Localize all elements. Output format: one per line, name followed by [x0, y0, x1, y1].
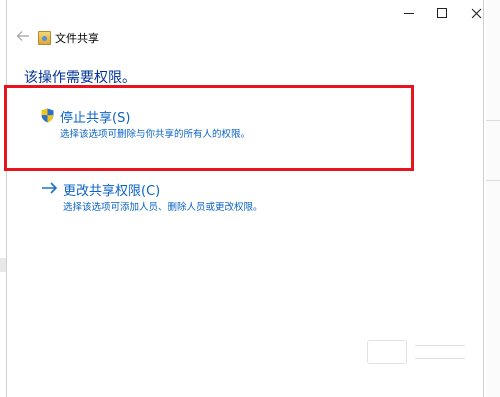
stop-sharing-description: 选择该选项可删除与你共享的所有人的权限。 — [60, 129, 251, 140]
navigation-row: 文件共享 — [7, 26, 483, 50]
close-icon — [471, 8, 481, 18]
arrow-right-icon — [42, 182, 58, 194]
shield-icon — [41, 108, 54, 123]
minimize-button[interactable] — [392, 0, 426, 26]
minimize-icon — [404, 12, 414, 14]
maximize-button[interactable] — [425, 0, 459, 26]
background-divider — [486, 180, 500, 181]
change-permissions-title[interactable]: 更改共享权限(C) — [63, 180, 160, 199]
close-button[interactable] — [459, 0, 493, 26]
window-title: 文件共享 — [55, 32, 99, 45]
file-sharing-app-icon — [38, 31, 51, 45]
main-instruction: 该操作需要权限。 — [24, 70, 136, 86]
watermark-logo — [367, 338, 477, 366]
background-divider — [486, 120, 500, 121]
watermark-logo-mark — [367, 340, 407, 364]
background-window-right-edge — [486, 0, 500, 397]
title-bar — [7, 0, 483, 26]
back-button[interactable] — [15, 29, 31, 45]
change-permissions-description: 选择该选项可添加人员、删除人员或更改权限。 — [63, 202, 263, 213]
back-arrow-icon — [16, 31, 29, 41]
file-sharing-dialog: 文件共享 该操作需要权限。 停止共享(S) 选择该选项可删除与你共享的所有人的权… — [4, 0, 484, 397]
stop-sharing-title[interactable]: 停止共享(S) — [60, 107, 130, 126]
watermark-logo-text — [415, 345, 465, 359]
maximize-icon — [437, 8, 447, 18]
